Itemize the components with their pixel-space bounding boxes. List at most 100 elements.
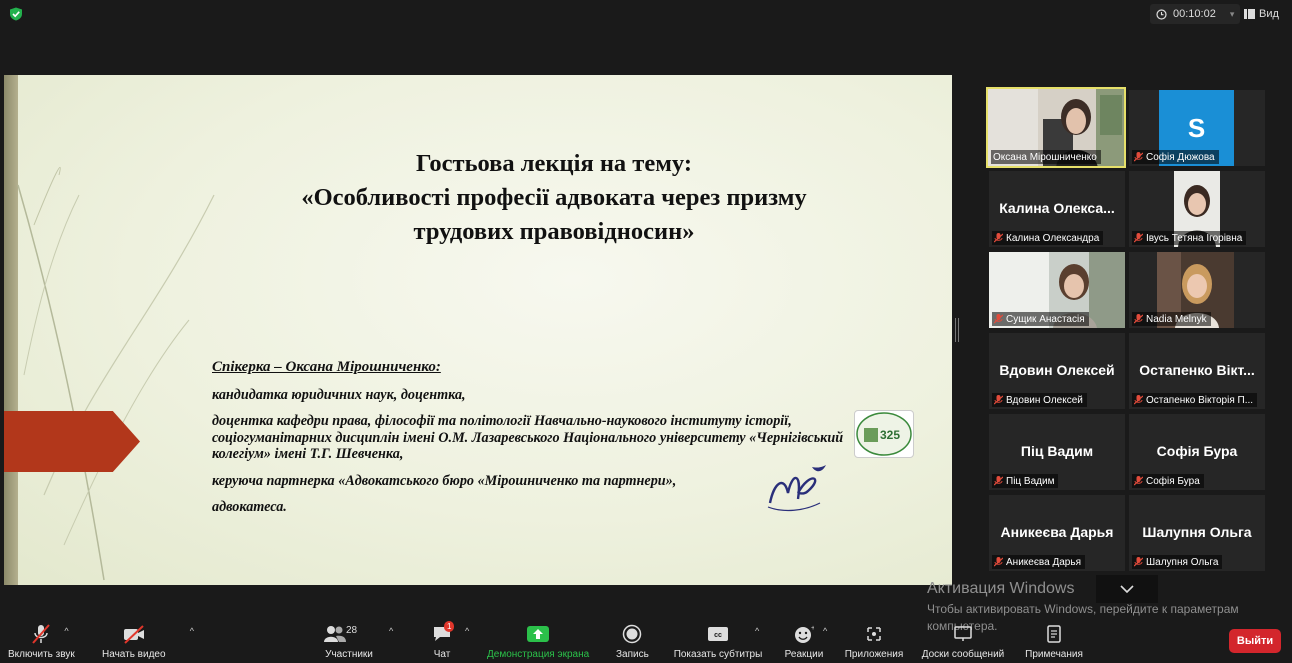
speaker-heading: Спікерка – Оксана Мірошниченко: [212, 359, 441, 375]
share-screen-label: Демонстрация экрана [487, 649, 590, 660]
reactions-label: Реакции [784, 649, 824, 660]
participant-name-label: Софія Дюжова [1132, 150, 1219, 164]
participant-tile[interactable]: Вдовин Олексей Вдовин Олексей [989, 333, 1125, 409]
participant-tile[interactable]: S Софія Дюжова [1129, 90, 1265, 166]
participant-name: Аникеєва Дарья [1006, 556, 1081, 568]
clock-icon [1156, 8, 1167, 20]
participant-name-label: Аникеєва Дарья [992, 555, 1085, 569]
participant-name: Остапенко Вікторія П... [1146, 394, 1254, 406]
caret-up-icon[interactable]: ^ [823, 626, 827, 636]
chat-label: Чат [433, 649, 451, 660]
zoom-meeting-window: 00:10:02 ▾ Вид Гостьова лекція на тему: … [0, 0, 1292, 663]
svg-text:+: + [811, 625, 814, 632]
participant-name: Шалупня Ольга [1146, 556, 1219, 568]
video-off-icon [123, 625, 144, 644]
notes-button[interactable]: Примечания [1024, 623, 1084, 660]
gallery-collapse-button[interactable] [1096, 575, 1158, 603]
view-button[interactable]: Вид [1244, 4, 1279, 24]
participant-display-name: Аникеєва Дарья [1000, 524, 1114, 540]
participant-tile[interactable]: Івусь Тетяна Ігорівна [1129, 171, 1265, 247]
participant-name-label: Шалупня Ольга [1132, 555, 1223, 569]
notes-icon [1047, 625, 1061, 643]
svg-text:cc: cc [714, 632, 722, 639]
whiteboards-button[interactable]: Доски сообщений [920, 623, 1006, 660]
whiteboard-icon [954, 626, 972, 641]
participant-name-label: Сущик Анастасія [992, 312, 1089, 326]
participant-tile[interactable]: Калина Олекса... Калина Олександра [989, 171, 1125, 247]
chat-unread-badge: 1 [444, 621, 455, 632]
participants-button[interactable]: 28 ^ Участники [324, 623, 393, 660]
participant-name: Івусь Тетяна Ігорівна [1146, 232, 1243, 244]
participant-tile[interactable]: Оксана Мірошниченко [986, 87, 1126, 168]
participant-display-name: Софія Бура [1156, 443, 1238, 459]
speaker-line: керуюча партнерка «Адвокатського бюро «М… [212, 472, 677, 489]
notes-label: Примечания [1025, 649, 1083, 660]
participant-display-name: Вдовин Олексей [999, 362, 1115, 378]
participant-tile[interactable]: Шалупня Ольга Шалупня Ольга [1129, 495, 1265, 571]
meeting-timer[interactable]: 00:10:02 ▾ [1150, 4, 1241, 24]
caret-up-icon[interactable]: ^ [389, 626, 393, 636]
slide-title-line: Гостьова лекція на тему: [415, 150, 692, 177]
mic-off-icon [1134, 233, 1143, 243]
windows-activation-title: Активация Windows [927, 580, 1075, 597]
start-video-label: Начать видео [102, 649, 166, 660]
leave-meeting-button[interactable]: Выйти [1229, 629, 1281, 653]
view-label: Вид [1259, 8, 1279, 20]
participant-name: Nadia Melnyk [1146, 313, 1207, 325]
chat-button[interactable]: 1 ^ Чат [432, 621, 469, 660]
participant-tile[interactable]: Сущик Анастасія [989, 252, 1125, 328]
participant-name: Калина Олександра [1006, 232, 1100, 244]
show-subtitles-label: Показать субтитры [673, 649, 763, 660]
record-button[interactable]: Запись [616, 623, 649, 660]
participant-tile[interactable]: Піц Вадим Піц Вадим [989, 414, 1125, 490]
participant-name: Софія Бура [1146, 475, 1200, 487]
shield-check-icon[interactable] [9, 7, 23, 21]
participant-name-label: Остапенко Вікторія П... [1132, 393, 1258, 407]
apps-button[interactable]: Приложения [844, 623, 904, 660]
share-screen-button[interactable]: Демонстрация экрана [487, 623, 589, 660]
share-screen-icon [527, 626, 550, 642]
record-label: Запись [616, 649, 649, 660]
participant-name: Оксана Мірошниченко [993, 151, 1097, 163]
mic-off-icon [994, 395, 1003, 405]
slide-title-line: «Особливості професії адвоката через при… [301, 184, 807, 211]
mic-off-icon [1134, 557, 1143, 567]
participants-icon [324, 626, 346, 642]
participants-count: 28 [346, 625, 358, 636]
participants-label: Участники [325, 649, 373, 660]
participant-name-label: Піц Вадим [992, 474, 1059, 488]
participant-name: Піц Вадим [1006, 475, 1055, 487]
caret-up-icon[interactable]: ^ [190, 626, 194, 636]
closed-captions-icon: cc [708, 627, 728, 641]
chevron-down-icon: ▾ [1229, 8, 1235, 19]
participant-name-label: Калина Олександра [992, 231, 1104, 245]
unmute-button[interactable]: ^ Включить звук [8, 623, 75, 660]
participant-name-label: Софія Бура [1132, 474, 1204, 488]
caret-up-icon[interactable]: ^ [64, 626, 68, 636]
slide-speaker-info: Спікерка – Оксана Мірошниченко: кандидат… [212, 359, 852, 526]
mic-off-icon [1134, 476, 1143, 486]
logo-number: 325 [880, 428, 900, 442]
slide-arrow-shape [4, 411, 140, 472]
mic-muted-icon [32, 624, 51, 644]
speaker-line: кандидатка юридичних наук, доцентка, [212, 386, 466, 403]
mic-off-icon [994, 314, 1003, 324]
start-video-button[interactable]: ^ Начать видео [102, 623, 194, 660]
whiteboards-label: Доски сообщений [921, 649, 1005, 660]
participant-tile[interactable]: Остапенко Вікт... Остапенко Вікторія П..… [1129, 333, 1265, 409]
mic-off-icon [994, 476, 1003, 486]
participant-tile[interactable]: Софія Бура Софія Бура [1129, 414, 1265, 490]
panel-resize-handle[interactable] [955, 318, 959, 342]
chevron-down-icon [1120, 585, 1134, 593]
participant-tile[interactable]: Nadia Melnyk [1129, 252, 1265, 328]
slide-title: Гостьова лекція на тему: «Особливості пр… [204, 147, 904, 249]
participant-name-label: Оксана Мірошниченко [991, 150, 1101, 164]
speaker-line: доцентка кафедри права, філософії та пол… [212, 413, 844, 462]
timer-value: 00:10:02 [1173, 8, 1216, 20]
reactions-button[interactable]: + ^ Реакции [784, 623, 828, 660]
caret-up-icon[interactable]: ^ [755, 626, 759, 636]
show-subtitles-button[interactable]: cc ^ Показать субтитры [673, 623, 763, 660]
smiley-icon: + [795, 625, 814, 643]
participant-tile[interactable]: Аникеєва Дарья Аникеєва Дарья [989, 495, 1125, 571]
caret-up-icon[interactable]: ^ [465, 626, 469, 636]
